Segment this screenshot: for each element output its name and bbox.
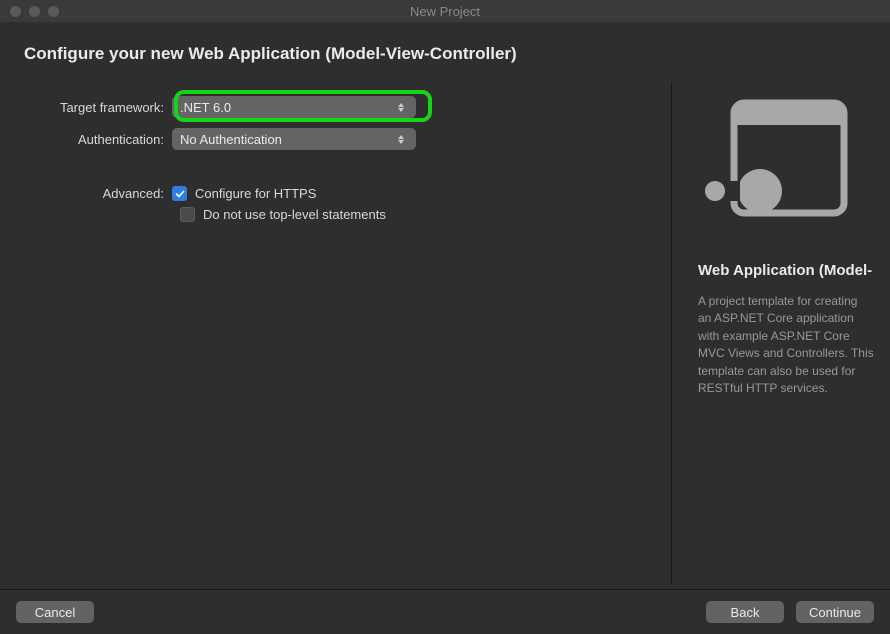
- template-icon: [698, 98, 848, 228]
- back-button[interactable]: Back: [706, 601, 784, 623]
- toplevel-checkbox-label: Do not use top-level statements: [203, 207, 386, 222]
- page-heading: Configure your new Web Application (Mode…: [0, 22, 890, 82]
- toplevel-checkbox[interactable]: [180, 207, 195, 222]
- maximize-window-icon[interactable]: [48, 6, 59, 17]
- template-description: A project template for creating an ASP.N…: [698, 293, 874, 397]
- authentication-label: Authentication:: [24, 132, 172, 147]
- form-area: Target framework: .NET 6.0 Authenticatio…: [0, 82, 672, 585]
- window-controls: [0, 6, 59, 17]
- side-panel: Web Application (Model- A project templa…: [672, 82, 890, 585]
- continue-button[interactable]: Continue: [796, 601, 874, 623]
- authentication-select[interactable]: No Authentication: [172, 128, 416, 150]
- authentication-value: No Authentication: [180, 132, 282, 147]
- cancel-button[interactable]: Cancel: [16, 601, 94, 623]
- advanced-label: Advanced:: [24, 186, 172, 201]
- window-title: New Project: [0, 4, 890, 19]
- template-title: Web Application (Model-: [698, 262, 874, 279]
- https-checkbox-label: Configure for HTTPS: [195, 186, 316, 201]
- https-checkbox[interactable]: [172, 186, 187, 201]
- checkmark-icon: [175, 189, 185, 199]
- target-framework-select[interactable]: .NET 6.0: [172, 96, 416, 118]
- titlebar: New Project: [0, 0, 890, 22]
- dropdown-arrows-icon: [394, 99, 408, 115]
- dropdown-arrows-icon: [394, 131, 408, 147]
- target-framework-value: .NET 6.0: [180, 100, 231, 115]
- target-framework-label: Target framework:: [24, 100, 172, 115]
- close-window-icon[interactable]: [10, 6, 21, 17]
- minimize-window-icon[interactable]: [29, 6, 40, 17]
- footer: Cancel Back Continue: [0, 589, 890, 634]
